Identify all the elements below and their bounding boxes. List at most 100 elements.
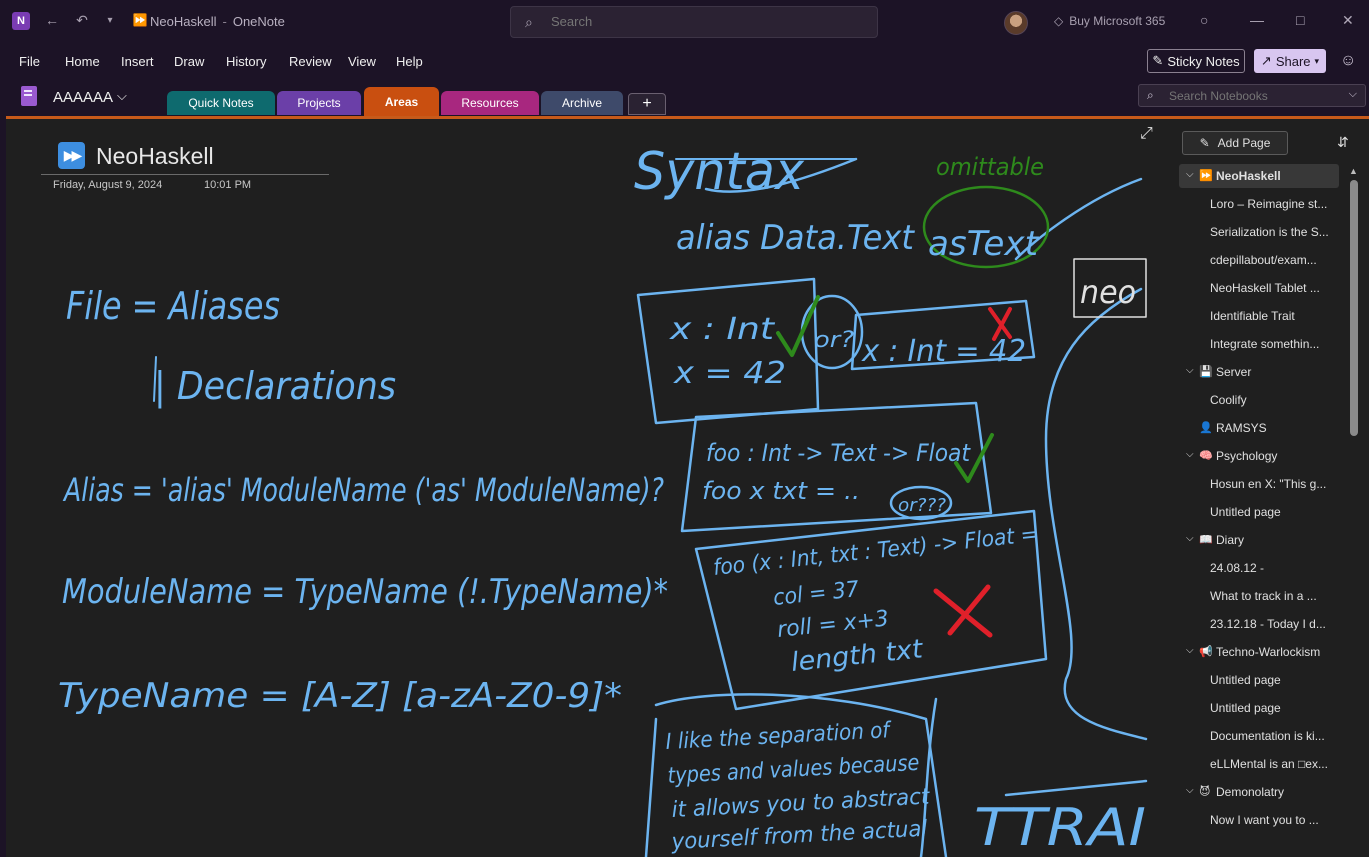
search-notebooks-input[interactable] bbox=[1169, 89, 1339, 103]
back-icon[interactable]: ← bbox=[42, 10, 62, 30]
close-icon[interactable]: ✕ bbox=[1342, 12, 1354, 29]
page-icon: 👤 bbox=[1199, 422, 1213, 434]
page-list-item[interactable]: NeoHaskell Tablet ... bbox=[1179, 276, 1339, 300]
menu-insert[interactable]: Insert bbox=[121, 54, 154, 69]
ink-text: File = Aliases bbox=[66, 284, 280, 328]
page-list-item[interactable]: Untitled page bbox=[1179, 500, 1339, 524]
section-group-item[interactable]: ⌵ 🧠 Psychology bbox=[1179, 444, 1339, 468]
page-list-item[interactable]: Coolify bbox=[1179, 388, 1339, 412]
chevron-down-icon[interactable]: ⌵ bbox=[1186, 645, 1194, 656]
page-list-item-label: Untitled page bbox=[1210, 673, 1281, 687]
sort-icon[interactable]: ⇵ bbox=[1337, 134, 1349, 151]
page-list-item[interactable]: Identifiable Trait bbox=[1179, 304, 1339, 328]
section-group-item[interactable]: ⌵ 😈 Demonolatry bbox=[1179, 780, 1339, 804]
undo-icon[interactable]: ↶ bbox=[72, 10, 92, 30]
page-list-item-label: 23.12.18 - Today I d... bbox=[1210, 617, 1326, 631]
chevron-down-icon[interactable]: ⌵ bbox=[1186, 533, 1194, 544]
tab-projects[interactable]: Projects bbox=[277, 91, 361, 115]
page-list-item[interactable]: cdepillabout/exam... bbox=[1179, 248, 1339, 272]
buy-microsoft-365-link[interactable]: ◇ Buy Microsoft 365 bbox=[1054, 14, 1165, 28]
ink-text: omittable bbox=[936, 153, 1044, 181]
page-list-item[interactable]: Now I want you to ... bbox=[1179, 808, 1339, 832]
global-search-input[interactable] bbox=[551, 14, 851, 29]
page-list-item[interactable]: Untitled page bbox=[1179, 696, 1339, 720]
share-icon: ↗ bbox=[1260, 53, 1272, 68]
page-list-item-label: RAMSYS bbox=[1216, 421, 1267, 435]
share-button[interactable]: ↗ Share ▾ bbox=[1254, 49, 1326, 73]
page-canvas[interactable]: ▶▶ NeoHaskell Friday, August 9, 2024 10:… bbox=[6, 119, 1169, 857]
page-list-item-label: Loro – Reimagine st... bbox=[1210, 197, 1328, 211]
minimize-icon[interactable]: — bbox=[1250, 12, 1264, 28]
menu-file[interactable]: File bbox=[19, 54, 40, 69]
avatar[interactable] bbox=[1004, 11, 1028, 35]
chevron-down-icon[interactable]: ⌵ bbox=[1186, 365, 1194, 376]
menu-view[interactable]: View bbox=[348, 54, 376, 69]
chevron-down-icon[interactable]: ⌵ bbox=[1186, 449, 1194, 460]
page-list-item[interactable]: What to track in a ... bbox=[1179, 584, 1339, 608]
menu-home[interactable]: Home bbox=[65, 54, 100, 69]
ink-curve-right bbox=[1044, 287, 1148, 741]
onenote-logo-icon: N bbox=[12, 12, 30, 30]
tab-quick-notes[interactable]: Quick Notes bbox=[167, 91, 275, 115]
ink-text: ModuleName = TypeName (!.TypeName)* bbox=[62, 572, 668, 612]
ink-texts: Syntax omittable alias Data.Text asText neo F… bbox=[58, 142, 1146, 857]
feedback-icon[interactable]: ☺ bbox=[1340, 52, 1356, 70]
page-list-item-label: NeoHaskell bbox=[1216, 169, 1281, 183]
notebook-name[interactable]: AAAAAA bbox=[53, 89, 113, 106]
page-list-item[interactable]: 23.12.18 - Today I d... bbox=[1179, 612, 1339, 636]
chevron-down-icon[interactable]: ⌵ bbox=[117, 88, 127, 104]
lightbulb-icon[interactable]: ○ bbox=[1200, 12, 1208, 28]
page-list-item-label: Demonolatry bbox=[1216, 785, 1285, 799]
search-notebooks[interactable]: ⌕ ⌵ bbox=[1138, 84, 1366, 107]
chevron-down-icon[interactable]: ⌵ bbox=[1349, 88, 1357, 101]
ink-text: TTRAI bbox=[974, 798, 1146, 857]
window-title: NeoHaskell - OneNote bbox=[150, 14, 285, 29]
scroll-up-icon[interactable]: ▲ bbox=[1349, 166, 1358, 176]
ink-text: or??? bbox=[898, 495, 946, 516]
section-group-item[interactable]: ⌵ 💾 Server bbox=[1179, 360, 1339, 384]
menu-history[interactable]: History bbox=[226, 54, 266, 69]
section-group-item[interactable]: ⌵ ⏩ NeoHaskell bbox=[1179, 164, 1339, 188]
ink-text: foo : Int -> Text -> Float bbox=[706, 439, 971, 467]
scrollbar-thumb[interactable] bbox=[1350, 180, 1358, 436]
page-list-item-label: Integrate somethin... bbox=[1210, 337, 1320, 351]
chevron-down-icon[interactable]: ⌵ bbox=[1186, 169, 1194, 180]
menu-draw[interactable]: Draw bbox=[174, 54, 204, 69]
notebook-icon bbox=[21, 86, 37, 106]
page-list-item[interactable]: 👤 RAMSYS bbox=[1179, 416, 1339, 440]
ink-drawing: Syntax omittable alias Data.Text asText neo F… bbox=[58, 142, 1148, 857]
page-list-item-label: Server bbox=[1216, 365, 1252, 379]
window-title-app: OneNote bbox=[232, 14, 285, 29]
add-section-button[interactable]: + bbox=[628, 93, 666, 115]
page-list-item-label: Untitled page bbox=[1210, 701, 1281, 715]
page-list-item[interactable]: Serialization is the S... bbox=[1179, 220, 1339, 244]
search-icon: ⌕ bbox=[1147, 88, 1154, 102]
tab-areas[interactable]: Areas bbox=[364, 87, 439, 116]
menu-help[interactable]: Help bbox=[396, 54, 423, 69]
ink-text: col = 37 bbox=[772, 577, 860, 611]
buy-microsoft-365-label: Buy Microsoft 365 bbox=[1069, 14, 1166, 28]
page-list-item[interactable]: Documentation is ki... bbox=[1179, 724, 1339, 748]
page-list-item[interactable]: Integrate somethin... bbox=[1179, 332, 1339, 356]
sticky-notes-button[interactable]: ✎ Sticky Notes bbox=[1147, 49, 1245, 73]
chevron-down-icon[interactable]: ⌵ bbox=[1186, 785, 1194, 796]
ink-text: foo (x : Int, txt : Text) -> Float = bbox=[712, 522, 1039, 581]
ink-text: Syntax bbox=[634, 142, 805, 202]
add-page-button[interactable]: ✎ Add Page bbox=[1182, 131, 1288, 155]
page-list-item[interactable]: Hosun en X: "This g... bbox=[1179, 472, 1339, 496]
menu-review[interactable]: Review bbox=[289, 54, 332, 69]
page-icon: 🧠 bbox=[1199, 450, 1213, 462]
page-list-item[interactable]: eLLMental is an □ex... bbox=[1179, 752, 1339, 776]
global-search[interactable]: ⌕ bbox=[510, 6, 878, 38]
tab-resources[interactable]: Resources bbox=[441, 91, 539, 115]
maximize-icon[interactable]: □ bbox=[1296, 12, 1304, 28]
page-list-item[interactable]: 24.08.12 - bbox=[1179, 556, 1339, 580]
section-group-item[interactable]: ⌵ 📖 Diary bbox=[1179, 528, 1339, 552]
sticky-notes-label: Sticky Notes bbox=[1167, 53, 1240, 69]
page-list-item[interactable]: Untitled page bbox=[1179, 668, 1339, 692]
page-list-item[interactable]: Loro – Reimagine st... bbox=[1179, 192, 1339, 216]
tab-archive[interactable]: Archive bbox=[541, 91, 623, 115]
section-group-item[interactable]: ⌵ 📢 Techno-Warlockism bbox=[1179, 640, 1339, 664]
quick-access-dropdown-icon[interactable]: ▾ bbox=[100, 10, 120, 30]
page-list-item-label: Now I want you to ... bbox=[1210, 813, 1319, 827]
